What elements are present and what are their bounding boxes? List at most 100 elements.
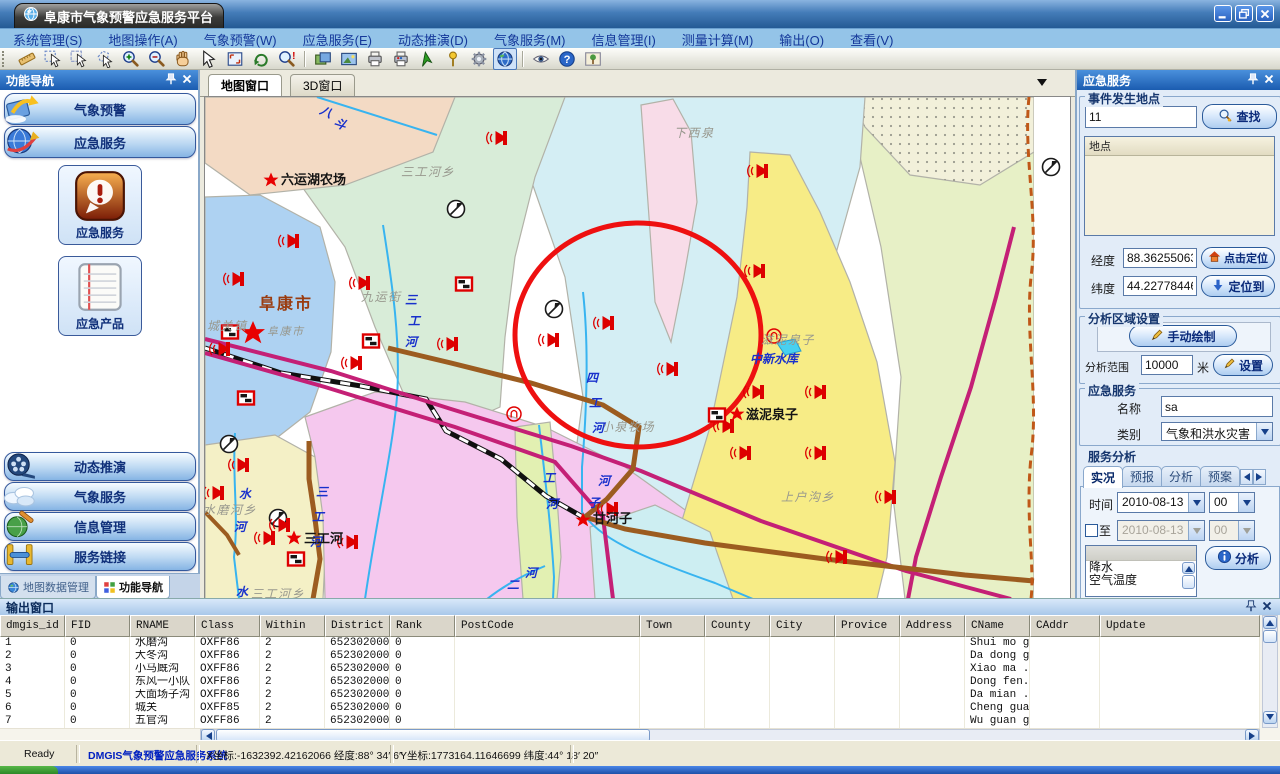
close-icon[interactable] <box>180 72 194 89</box>
close-button[interactable] <box>1256 5 1274 22</box>
pan-hand-button[interactable] <box>171 48 195 70</box>
eye-visibility-button[interactable] <box>529 48 553 70</box>
toolbar-grip[interactable] <box>2 51 9 67</box>
latitude-input[interactable] <box>1123 276 1197 296</box>
table-row[interactable]: 50大面场子沟OXFF8626523020000Da mian ... <box>0 689 1260 703</box>
nav-group-service-link[interactable]: 服务链接 <box>4 542 196 571</box>
zoom-out-tool-button[interactable] <box>145 48 169 70</box>
scene-image-button[interactable] <box>581 48 605 70</box>
tab-scroll-left[interactable] <box>1240 469 1253 485</box>
map-tab-dropdown-icon[interactable] <box>1037 79 1047 91</box>
tab-scroll-right[interactable] <box>1253 469 1266 485</box>
list-scroll-up[interactable] <box>1182 562 1195 574</box>
table-row[interactable]: 40东风一小队OXFF8626523020000Dong fen... <box>0 676 1260 690</box>
help-button[interactable]: ? <box>555 48 579 70</box>
select-cursor-button[interactable] <box>41 48 65 70</box>
hour2-combobox[interactable]: 00 <box>1209 520 1255 541</box>
map-tab-inactive[interactable]: 3D窗口 <box>290 74 355 96</box>
nav-group-film-reel[interactable]: 动态推演 <box>4 452 196 481</box>
close-icon[interactable] <box>1260 599 1274 616</box>
column-header[interactable]: Update <box>1100 615 1260 637</box>
zoom-in-tool-button[interactable] <box>119 48 143 70</box>
hour-combobox[interactable]: 00 <box>1209 492 1255 513</box>
date2-combobox[interactable]: 2010-08-13 <box>1117 520 1205 541</box>
column-header[interactable]: RNAME <box>130 615 195 637</box>
date-combobox[interactable]: 2010-08-13 <box>1117 492 1205 513</box>
type-combobox[interactable]: 气象和洪水灾害 <box>1161 422 1273 441</box>
zoom-scale-button[interactable]: ! <box>275 48 299 70</box>
tool-emergency-product-button[interactable]: 应急产品 <box>58 256 142 336</box>
refresh-button[interactable] <box>249 48 273 70</box>
column-header[interactable]: Town <box>640 615 705 637</box>
settings-gear-button[interactable] <box>467 48 491 70</box>
left-tab-inactive[interactable]: 地图数据管理 <box>0 576 96 599</box>
column-header[interactable]: Address <box>900 615 965 637</box>
nav-group-clouds[interactable]: 气象服务 <box>4 482 196 511</box>
column-header[interactable]: Class <box>195 615 260 637</box>
map-tab-active[interactable]: 地图窗口 <box>208 74 282 96</box>
table-row[interactable]: 70五官沟OXFF8626523020000Wu guan gou <box>0 715 1260 729</box>
restore-button[interactable] <box>1235 5 1253 22</box>
output-vscroll-thumb[interactable] <box>1263 630 1277 643</box>
tool-emergency-alert-button[interactable]: 应急服务 <box>58 165 142 245</box>
ruler-button[interactable] <box>15 48 39 70</box>
globe-tool-button[interactable] <box>493 48 517 70</box>
analysis-tab-inactive[interactable]: 预报 <box>1122 466 1162 486</box>
search-button[interactable]: 查找 <box>1202 104 1277 129</box>
select-poly-cursor-button[interactable] <box>93 48 117 70</box>
column-header[interactable]: CAddr <box>1030 615 1100 637</box>
map-canvas[interactable]: 三工河乡下西泉九运街城关镇滋泥泉子小泉牧场上户沟乡水磨河乡三工河乡阜康市中新水库… <box>204 96 1071 600</box>
to-checkbox[interactable] <box>1085 524 1098 537</box>
print-button[interactable] <box>363 48 387 70</box>
analyze-button[interactable]: 分析 <box>1205 546 1271 570</box>
pin-icon[interactable] <box>1244 599 1258 616</box>
output-vscroll-up[interactable] <box>1263 616 1277 629</box>
pin-icon[interactable] <box>1246 72 1260 89</box>
name-input[interactable] <box>1161 396 1273 417</box>
locate-button[interactable]: 点击定位 <box>1201 247 1275 269</box>
map-layers-button[interactable] <box>311 48 335 70</box>
column-header[interactable]: County <box>705 615 770 637</box>
place-pin-button[interactable] <box>441 48 465 70</box>
table-row[interactable]: 30小马厩沟OXFF8626523020000Xiao ma ... <box>0 663 1260 677</box>
element-listbox[interactable]: 降水空气温度 <box>1085 545 1197 597</box>
table-row[interactable]: 60城关OXFF8526523020000Cheng guan <box>0 702 1260 716</box>
nav-group-2[interactable]: 应急服务 <box>4 126 196 158</box>
pointer-arrow-button[interactable] <box>197 48 221 70</box>
full-extent-button[interactable] <box>223 48 247 70</box>
list-scroll-thumb[interactable] <box>1182 575 1195 589</box>
nav-group-globe-tools[interactable]: 信息管理 <box>4 512 196 541</box>
column-header[interactable]: District <box>325 615 390 637</box>
table-row[interactable]: 10水磨沟OXFF8626523020000Shui mo gou <box>0 637 1260 651</box>
manual-draw-button[interactable]: 手动绘制 <box>1129 325 1237 347</box>
range-input[interactable] <box>1141 355 1193 375</box>
green-pointer-button[interactable] <box>415 48 439 70</box>
export-image-button[interactable] <box>337 48 361 70</box>
analysis-tab-inactive[interactable]: 预案 <box>1200 466 1240 486</box>
close-icon[interactable] <box>1262 72 1276 89</box>
column-header[interactable]: dmgis_id <box>0 615 65 637</box>
column-header[interactable]: Rank <box>390 615 455 637</box>
event-location-input[interactable] <box>1085 106 1197 128</box>
nav-group-1[interactable]: 气象预警 <box>4 93 196 125</box>
print-color-button[interactable] <box>389 48 413 70</box>
minimize-button[interactable] <box>1214 5 1232 22</box>
left-tab-active[interactable]: 功能导航 <box>96 576 170 599</box>
analysis-tab-active[interactable]: 实况 <box>1083 466 1123 488</box>
location-list[interactable]: 地点 <box>1084 136 1275 236</box>
goto-button[interactable]: 定位到 <box>1201 275 1275 297</box>
column-header[interactable]: FID <box>65 615 130 637</box>
output-vscroll-down[interactable] <box>1263 711 1277 724</box>
column-header[interactable]: Provice <box>835 615 900 637</box>
column-header[interactable]: Within <box>260 615 325 637</box>
column-header[interactable]: PostCode <box>455 615 640 637</box>
set-button[interactable]: 设置 <box>1213 354 1273 376</box>
table-row[interactable]: 20大冬沟OXFF8626523020000Da dong gou <box>0 650 1260 664</box>
analysis-tab-inactive[interactable]: 分析 <box>1161 466 1201 486</box>
pin-icon[interactable] <box>164 72 178 89</box>
column-header[interactable]: CName <box>965 615 1030 637</box>
select-rect-cursor-button[interactable] <box>67 48 91 70</box>
element-list-item[interactable]: 空气温度 <box>1086 574 1196 587</box>
longitude-input[interactable] <box>1123 248 1197 268</box>
column-header[interactable]: City <box>770 615 835 637</box>
